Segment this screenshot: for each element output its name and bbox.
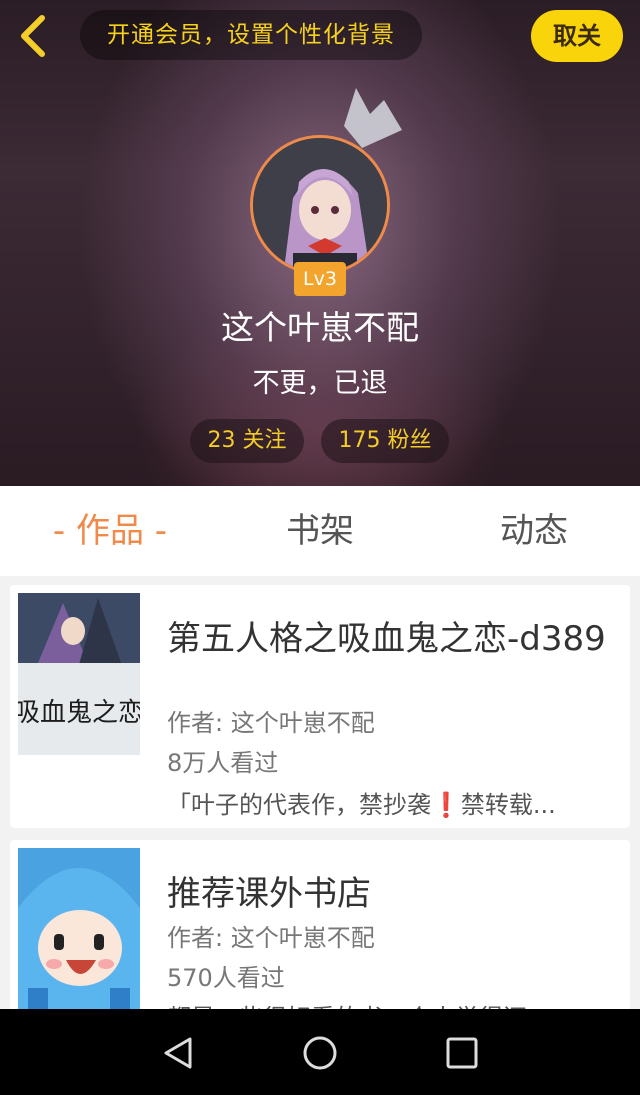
book-description: 「叶子的代表作，禁抄袭❗禁转载...	[167, 785, 612, 820]
tab-shelf[interactable]: 书架	[240, 486, 400, 576]
tab-indicator-right: -	[144, 511, 168, 551]
tab-feed[interactable]: 动态	[454, 486, 614, 576]
cover-title: 吸血鬼之恋	[18, 698, 140, 728]
book-card[interactable]: 推荐课外书店 作者: 这个叶崽不配 570人看过 都是一些很好看的书，个人觉得还…	[10, 840, 630, 1020]
avatar[interactable]	[250, 135, 390, 275]
level-badge: Lv3	[294, 262, 346, 296]
avatar-image	[253, 138, 387, 272]
nav-home-icon[interactable]	[302, 1035, 338, 1071]
unfollow-button[interactable]: 取关	[531, 10, 623, 62]
tab-works[interactable]: - 作品 -	[30, 486, 190, 576]
book-title: 第五人格之吸血鬼之恋-d389	[167, 619, 606, 659]
nav-recents-icon[interactable]	[444, 1035, 480, 1071]
book-author: 作者: 这个叶崽不配	[167, 924, 375, 952]
book-author: 作者: 这个叶崽不配	[167, 709, 375, 737]
crown-icon	[344, 88, 402, 148]
nav-back-icon[interactable]	[160, 1035, 196, 1071]
desc-text-cont: 禁转载...	[460, 791, 556, 819]
book-views: 570人看过	[167, 964, 285, 992]
tab-works-label: 作品	[76, 511, 144, 551]
book-cover	[18, 848, 140, 1010]
vip-promo-button[interactable]: 开通会员，设置个性化背景	[80, 10, 422, 60]
tab-indicator-left: -	[52, 511, 76, 551]
book-title: 推荐课外书店	[167, 874, 371, 914]
book-card[interactable]: 吸血鬼之恋 第五人格之吸血鬼之恋-d389 作者: 这个叶崽不配 8万人看过 「…	[10, 585, 630, 828]
user-bio: 不更，已退	[252, 368, 388, 399]
desc-text: 「叶子的代表作，禁抄袭	[167, 791, 431, 819]
book-cover: 吸血鬼之恋	[18, 593, 140, 755]
system-nav-bar	[0, 1009, 640, 1095]
following-count[interactable]: 23 关注	[190, 419, 304, 463]
profile-header: 开通会员，设置个性化背景 取关 Lv3 这个叶崽不配 不更，已退 23 关注 1…	[0, 0, 640, 486]
profile-tabs: - 作品 - 书架 动态	[0, 486, 640, 576]
exclamation-icon: ❗	[431, 791, 461, 819]
username: 这个叶崽不配	[221, 308, 419, 347]
back-arrow-icon[interactable]	[14, 12, 54, 60]
fans-count[interactable]: 175 粉丝	[321, 419, 449, 463]
book-views: 8万人看过	[167, 749, 279, 777]
